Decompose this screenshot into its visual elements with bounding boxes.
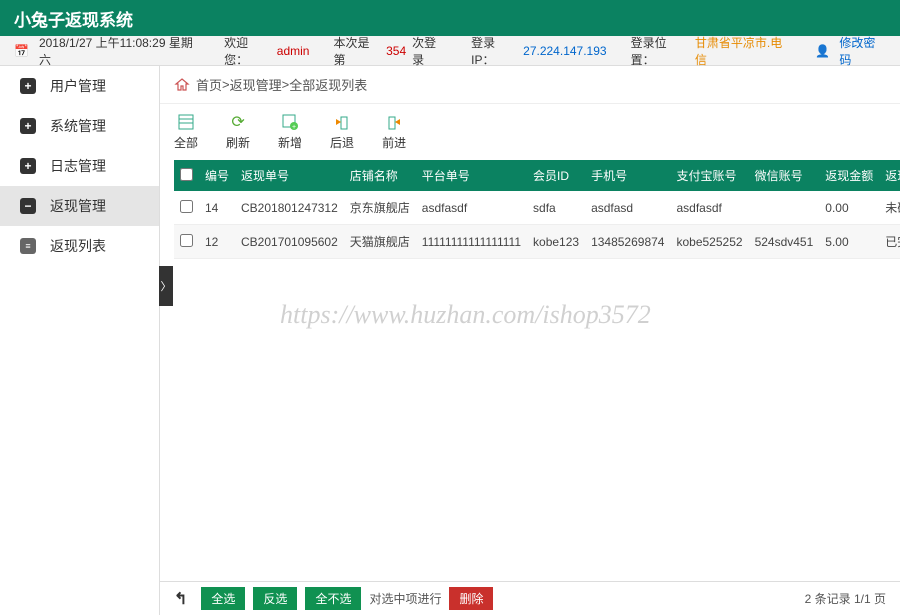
- breadcrumb-sep: >: [222, 77, 230, 92]
- cell-member: sdfa: [527, 191, 585, 225]
- toolbar-add-button[interactable]: +新增: [278, 113, 302, 151]
- breadcrumb-l2: 全部返现列表: [289, 75, 367, 94]
- minus-icon: [20, 198, 36, 214]
- th-member[interactable]: 会员ID: [527, 160, 585, 191]
- username-text: admin: [277, 44, 310, 58]
- cell-id: 14: [199, 191, 235, 225]
- sidebar-item-label: 返现列表: [50, 236, 106, 256]
- row-checkbox[interactable]: [180, 200, 193, 213]
- breadcrumb-home[interactable]: 首页: [196, 75, 222, 94]
- sidebar-item-cashback-list[interactable]: 返现列表: [0, 226, 159, 266]
- cell-alipay: kobe525252: [670, 225, 748, 259]
- plus-icon: [20, 118, 36, 134]
- th-phone[interactable]: 手机号: [585, 160, 670, 191]
- cell-platform: asdfasdf: [416, 191, 527, 225]
- back-icon: [333, 113, 351, 131]
- cashback-table: 编号 返现单号 店铺名称 平台单号 会员ID 手机号 支付宝账号 微信账号 返现…: [174, 160, 900, 259]
- up-arrow-icon: ↰: [174, 589, 187, 609]
- cell-status: 未确认: [879, 191, 900, 225]
- sidebar-item-system[interactable]: 系统管理: [0, 106, 159, 146]
- cell-status: 已完成: [879, 225, 900, 259]
- select-all-button[interactable]: 全选: [201, 587, 245, 610]
- th-id[interactable]: 编号: [199, 160, 235, 191]
- toolbar: 全部 ⟳刷新 +新增 后退 前进: [160, 104, 900, 160]
- location-label: 登录位置：: [631, 34, 689, 68]
- row-checkbox[interactable]: [180, 234, 193, 247]
- app-header: 小兔子返现系统: [0, 0, 900, 36]
- grid-icon: [177, 113, 195, 131]
- main-area: 首页 > 返现管理 > 全部返现列表 全部 ⟳刷新 +新增 后退 前进 编号 返…: [160, 66, 900, 615]
- ip-text: 27.224.147.193: [523, 44, 606, 58]
- sidebar: 用户管理 系统管理 日志管理 返现管理 返现列表 〉: [0, 66, 160, 615]
- table-container: 编号 返现单号 店铺名称 平台单号 会员ID 手机号 支付宝账号 微信账号 返现…: [160, 160, 900, 581]
- forward-icon: [385, 113, 403, 131]
- toolbar-refresh-button[interactable]: ⟳刷新: [226, 113, 250, 151]
- action-label: 对选中项进行: [369, 590, 441, 607]
- sidebar-item-label: 返现管理: [50, 196, 106, 216]
- sidebar-item-cashback[interactable]: 返现管理: [0, 186, 159, 226]
- login-count: 354: [386, 44, 406, 58]
- cell-amount: 5.00: [819, 225, 879, 259]
- login-count-suffix: 次登录: [412, 34, 447, 68]
- table-header: 编号 返现单号 店铺名称 平台单号 会员ID 手机号 支付宝账号 微信账号 返现…: [174, 160, 900, 191]
- toolbar-all-button[interactable]: 全部: [174, 113, 198, 151]
- sidebar-item-label: 日志管理: [50, 156, 106, 176]
- cell-member: kobe123: [527, 225, 585, 259]
- select-none-button[interactable]: 全不选: [305, 587, 361, 610]
- toolbar-back-button[interactable]: 后退: [330, 113, 354, 151]
- th-platform[interactable]: 平台单号: [416, 160, 527, 191]
- cell-order: CB201801247312: [235, 191, 344, 225]
- plus-icon: [20, 78, 36, 94]
- cell-wechat: [749, 191, 820, 225]
- change-password-link[interactable]: 修改密码: [839, 34, 886, 68]
- table-row[interactable]: 14 CB201801247312 京东旗舰店 asdfasdf sdfa as…: [174, 191, 900, 225]
- sidebar-item-user[interactable]: 用户管理: [0, 66, 159, 106]
- breadcrumb-l1[interactable]: 返现管理: [230, 75, 282, 94]
- calendar-icon: 📅: [14, 44, 29, 58]
- th-wechat[interactable]: 微信账号: [749, 160, 820, 191]
- th-shop[interactable]: 店铺名称: [344, 160, 416, 191]
- invert-select-button[interactable]: 反选: [253, 587, 297, 610]
- breadcrumb: 首页 > 返现管理 > 全部返现列表: [160, 66, 900, 104]
- cell-shop: 京东旗舰店: [344, 191, 416, 225]
- cell-alipay: asdfasdf: [670, 191, 748, 225]
- cell-wechat: 524sdv451: [749, 225, 820, 259]
- cell-phone: asdfasd: [585, 191, 670, 225]
- sidebar-item-label: 用户管理: [50, 76, 106, 96]
- cell-shop: 天猫旗舰店: [344, 225, 416, 259]
- cell-phone: 13485269874: [585, 225, 670, 259]
- list-icon: [20, 238, 36, 254]
- sidebar-item-log[interactable]: 日志管理: [0, 146, 159, 186]
- breadcrumb-sep: >: [282, 77, 290, 92]
- svg-text:+: +: [292, 124, 296, 130]
- person-icon: 👤: [815, 44, 830, 58]
- cell-order: CB201701095602: [235, 225, 344, 259]
- cell-id: 12: [199, 225, 235, 259]
- th-alipay[interactable]: 支付宝账号: [670, 160, 748, 191]
- cell-amount: 0.00: [819, 191, 879, 225]
- th-amount[interactable]: 返现金额: [819, 160, 879, 191]
- datetime-text: 2018/1/27 上午11:08:29 星期六: [39, 34, 200, 68]
- sidebar-collapse-handle[interactable]: 〉: [159, 266, 173, 306]
- footer-bar: ↰ 全选 反选 全不选 对选中项进行 删除 2 条记录 1/1 页: [160, 581, 900, 615]
- ip-label: 登录IP：: [471, 34, 517, 68]
- home-icon[interactable]: [174, 76, 190, 93]
- sidebar-item-label: 系统管理: [50, 116, 106, 136]
- location-text: 甘肃省平凉市.电信: [695, 34, 792, 68]
- delete-button[interactable]: 删除: [449, 587, 493, 610]
- info-bar: 📅 2018/1/27 上午11:08:29 星期六 欢迎您： admin 本次…: [0, 36, 900, 66]
- app-title: 小兔子返现系统: [14, 6, 133, 31]
- plus-icon: [20, 158, 36, 174]
- pagination-text: 2 条记录 1/1 页: [805, 590, 886, 607]
- add-icon: +: [281, 113, 299, 131]
- login-count-prefix: 本次是第: [333, 34, 380, 68]
- select-all-checkbox[interactable]: [180, 168, 193, 181]
- refresh-icon: ⟳: [229, 113, 247, 131]
- cell-platform: 11111111111111111: [416, 225, 527, 259]
- table-row[interactable]: 12 CB201701095602 天猫旗舰店 1111111111111111…: [174, 225, 900, 259]
- toolbar-forward-button[interactable]: 前进: [382, 113, 406, 151]
- th-order[interactable]: 返现单号: [235, 160, 344, 191]
- th-status[interactable]: 返现状态: [879, 160, 900, 191]
- welcome-label: 欢迎您：: [224, 34, 271, 68]
